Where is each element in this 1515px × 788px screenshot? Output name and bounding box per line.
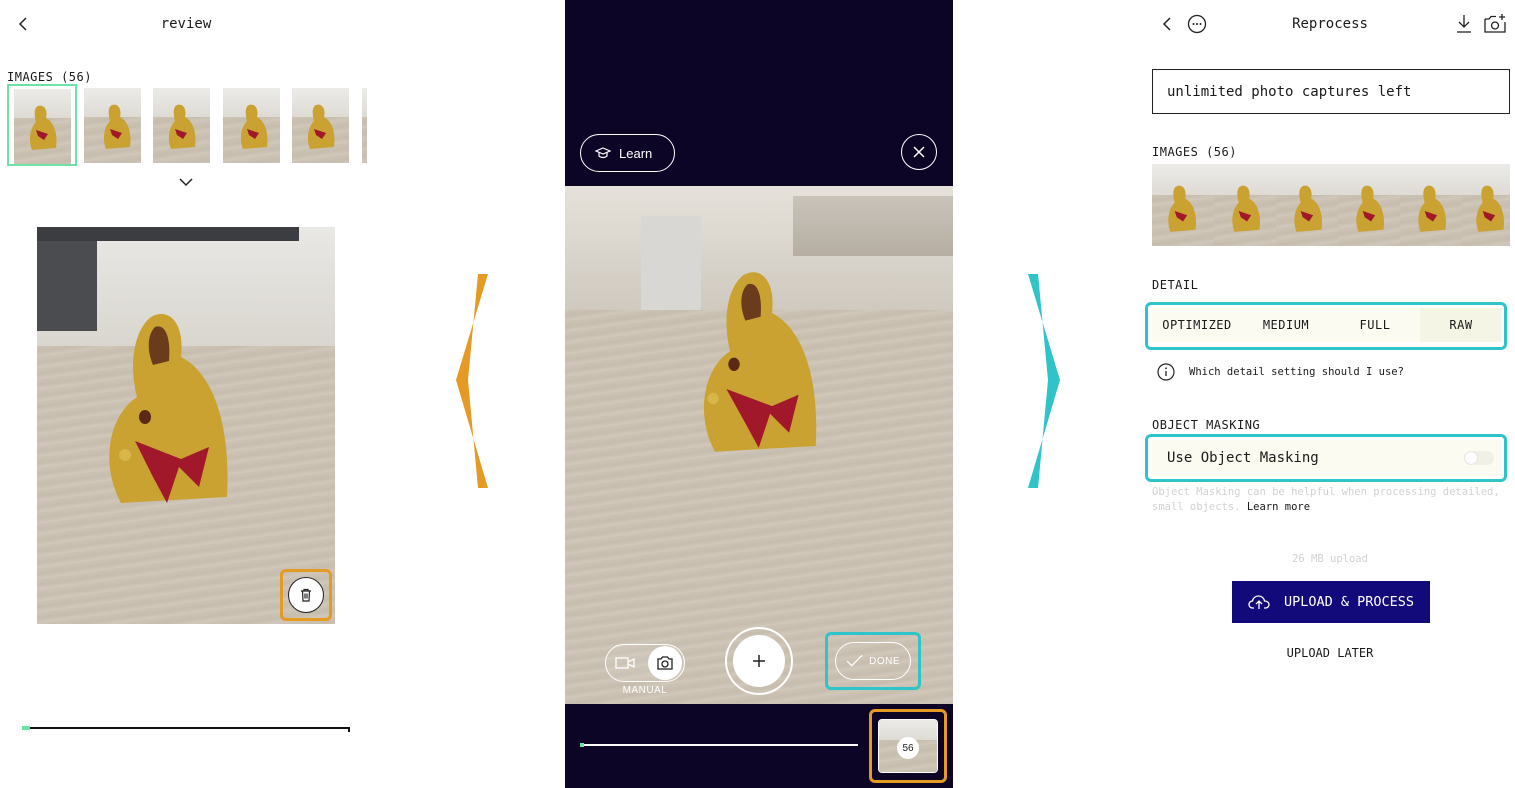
- back-button[interactable]: [14, 14, 34, 34]
- captures-banner-text: unlimited photo captures left: [1167, 83, 1412, 100]
- thumbnail-partial[interactable]: [362, 88, 367, 163]
- learn-label: Learn: [619, 145, 653, 161]
- thumbnail-strip: [7, 84, 367, 168]
- detail-help-text: Which detail setting should I use?: [1189, 366, 1404, 378]
- thumbnail[interactable]: [84, 88, 141, 163]
- mode-switch[interactable]: [605, 644, 685, 682]
- image-preview: [37, 227, 335, 624]
- images-strip[interactable]: [1152, 164, 1510, 246]
- captures-banner: unlimited photo captures left: [1152, 69, 1510, 114]
- detail-option-medium[interactable]: MEDIUM: [1242, 308, 1330, 342]
- info-icon: [1157, 363, 1175, 381]
- camera-viewfinder[interactable]: MANUAL DONE: [565, 186, 953, 704]
- chevron-down-icon: [179, 178, 193, 187]
- detail-option-optimized[interactable]: OPTIMIZED: [1152, 308, 1242, 342]
- capture-button[interactable]: [725, 627, 793, 695]
- image-tile[interactable]: [1276, 164, 1338, 246]
- detail-option-full[interactable]: FULL: [1330, 308, 1420, 342]
- detail-label: DETAIL: [1152, 278, 1199, 292]
- upload-later-button[interactable]: UPLOAD LATER: [1255, 646, 1405, 660]
- plus-icon: [753, 655, 765, 667]
- detail-selector[interactable]: OPTIMIZED MEDIUM FULL RAW: [1152, 308, 1502, 342]
- image-tile[interactable]: [1338, 164, 1400, 246]
- masking-help-text: Object Masking can be helpful when proce…: [1152, 486, 1500, 513]
- close-icon: [913, 146, 925, 158]
- detail-option-raw[interactable]: RAW: [1420, 308, 1502, 342]
- capture-count-badge: 56: [897, 737, 919, 759]
- more-button[interactable]: [1187, 14, 1207, 34]
- camera-icon: [1484, 14, 1506, 33]
- images-label: IMAGES (56): [1152, 145, 1237, 159]
- image-tile[interactable]: [1152, 164, 1214, 246]
- bunny-photo: [109, 314, 228, 503]
- review-screen: review IMAGES (56): [0, 0, 372, 788]
- photo-mode[interactable]: [648, 646, 682, 680]
- checkmark-icon: [846, 654, 863, 667]
- thumbnail[interactable]: [223, 88, 280, 163]
- upload-process-button[interactable]: UPLOAD & PROCESS: [1232, 581, 1430, 623]
- done-label: DONE: [869, 655, 900, 667]
- learn-more-link[interactable]: Learn more: [1247, 501, 1310, 513]
- bunny-live: [703, 272, 817, 452]
- timeline-scrubber[interactable]: [22, 726, 350, 732]
- done-button[interactable]: DONE: [835, 642, 911, 680]
- capture-progress: [580, 743, 860, 749]
- thumbnail[interactable]: [153, 88, 210, 163]
- page-title: Reprocess: [1292, 16, 1368, 32]
- thumbnail[interactable]: [292, 88, 349, 163]
- chevron-left-icon: [1162, 17, 1171, 31]
- thumbnail-selected[interactable]: [7, 84, 77, 166]
- delete-button[interactable]: [288, 577, 324, 613]
- expand-button[interactable]: [176, 174, 196, 190]
- download-button[interactable]: [1454, 13, 1474, 35]
- upload-size: 26 MB upload: [1292, 553, 1368, 565]
- add-photos-button[interactable]: [1483, 12, 1507, 36]
- last-capture-thumbnail[interactable]: 56: [878, 719, 938, 773]
- chevron-left-icon: [18, 17, 27, 31]
- close-button[interactable]: [901, 134, 937, 170]
- download-icon: [1457, 15, 1471, 33]
- page-title: review: [160, 16, 212, 32]
- mode-label: MANUAL: [622, 685, 668, 696]
- video-icon: [615, 657, 635, 669]
- masking-help: Object Masking can be helpful when proce…: [1152, 485, 1510, 515]
- masking-label: OBJECT MASKING: [1152, 418, 1261, 432]
- capture-screen: Learn MANUAL DONE 56: [565, 0, 953, 788]
- masking-toggle[interactable]: [1464, 451, 1494, 465]
- detail-help[interactable]: Which detail setting should I use?: [1157, 362, 1404, 382]
- images-label: IMAGES (56): [7, 70, 92, 84]
- image-tile[interactable]: [1462, 164, 1510, 246]
- image-tile[interactable]: [1400, 164, 1462, 246]
- reprocess-screen: Reprocess unlimited photo captures left …: [1140, 0, 1515, 788]
- graduation-cap-icon: [595, 147, 611, 159]
- more-icon: [1187, 14, 1207, 34]
- upload-process-label: UPLOAD & PROCESS: [1283, 594, 1415, 610]
- back-button[interactable]: [1158, 14, 1178, 34]
- trash-icon: [301, 588, 311, 602]
- cloud-upload-icon: [1248, 595, 1270, 609]
- masking-toggle-label: Use Object Masking: [1167, 450, 1319, 466]
- right-arrow-divider: [1028, 274, 1060, 488]
- image-tile[interactable]: [1214, 164, 1276, 246]
- left-arrow-divider: [456, 274, 488, 488]
- masking-row[interactable]: Use Object Masking: [1152, 440, 1502, 476]
- learn-button[interactable]: Learn: [580, 134, 675, 172]
- video-mode[interactable]: [614, 654, 636, 672]
- camera-icon: [657, 656, 673, 670]
